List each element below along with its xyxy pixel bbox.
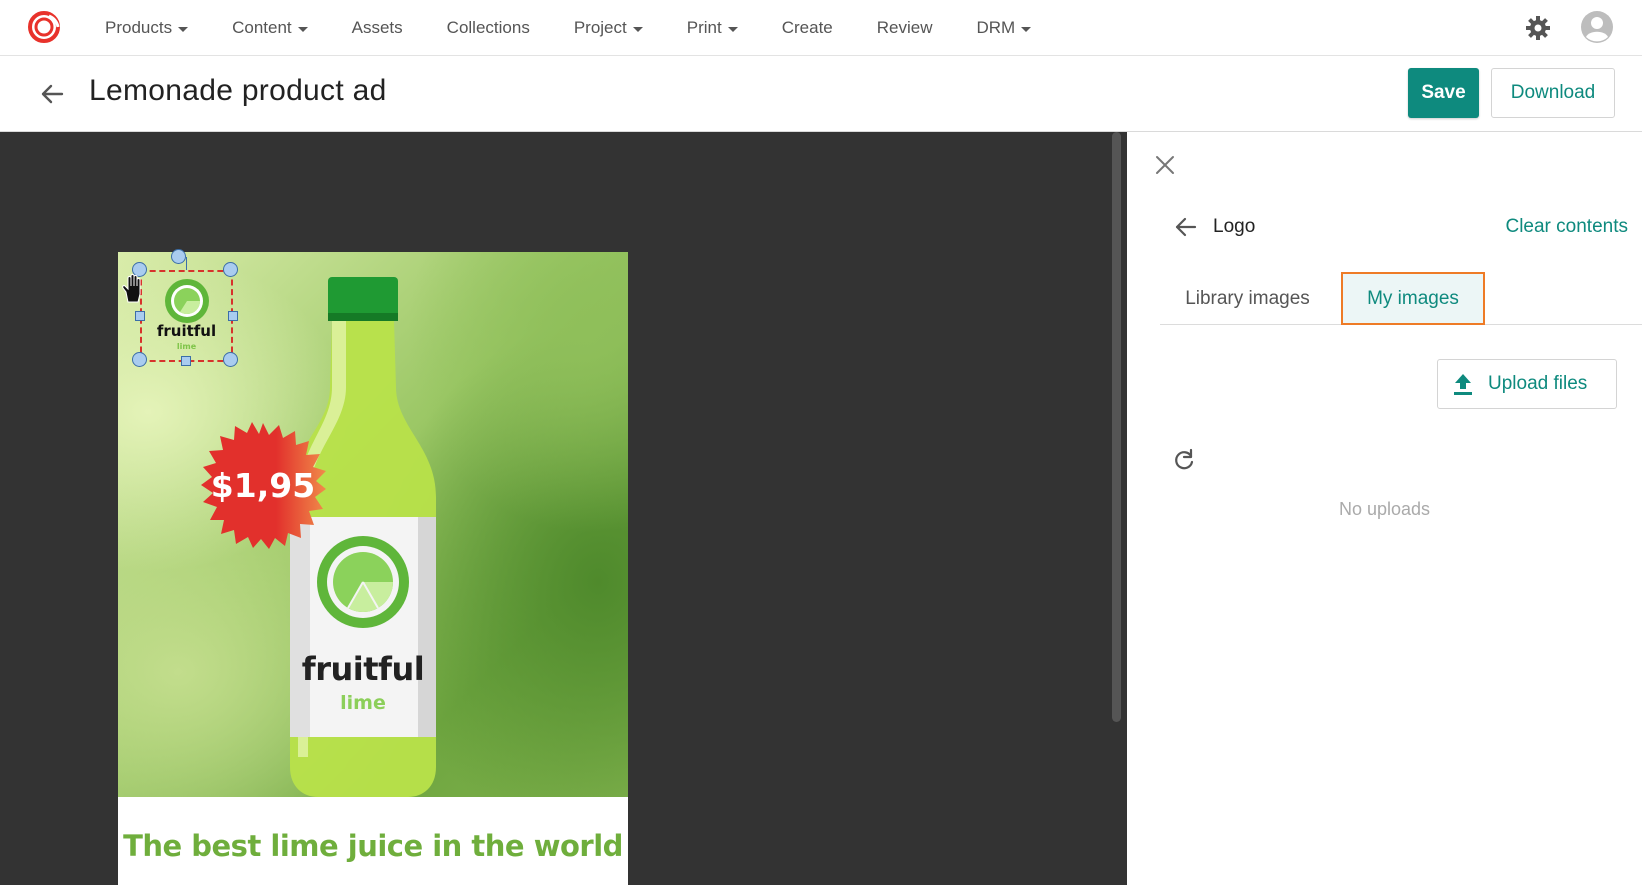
download-button[interactable]: Download <box>1491 68 1615 118</box>
editor-canvas[interactable]: fruitful lime $1,95 The best lime juice … <box>0 132 1127 885</box>
resize-handle-bottom-left[interactable] <box>132 352 147 367</box>
resize-handle-left[interactable] <box>135 311 145 321</box>
nav-item-create[interactable]: Create <box>760 18 855 38</box>
caret-down-icon <box>178 26 189 32</box>
panel-title: Logo <box>1213 216 1256 237</box>
nav-item-label: Review <box>876 18 933 37</box>
upload-files-label: Upload files <box>1488 373 1588 394</box>
ad-slogan[interactable]: The best lime juice in the world <box>118 797 628 885</box>
nav-item-label: DRM <box>976 18 1016 37</box>
nav-item-label: Print <box>686 18 722 37</box>
nav-item-label: Assets <box>351 18 403 37</box>
caret-down-icon <box>727 26 738 32</box>
resize-handle-top-right[interactable] <box>223 262 238 277</box>
caret-down-icon <box>1021 26 1032 32</box>
top-navigation: Products Content Assets Collections Proj… <box>0 0 1642 56</box>
page-title: Lemonade product ad <box>89 74 387 107</box>
nav-item-collections[interactable]: Collections <box>425 18 552 38</box>
caret-down-icon <box>297 26 308 32</box>
brand-logo-icon[interactable] <box>27 10 61 44</box>
save-button[interactable]: Save <box>1408 68 1479 118</box>
upload-icon <box>1454 374 1472 395</box>
empty-state-text: No uploads <box>1338 499 1431 519</box>
upload-files-button[interactable]: Upload files <box>1437 359 1617 409</box>
ad-artboard[interactable]: fruitful lime $1,95 The best lime juice … <box>118 249 628 885</box>
nav-item-label: Products <box>105 18 173 37</box>
resize-handle-bottom-right[interactable] <box>223 352 238 367</box>
nav-item-label: Collections <box>446 18 530 37</box>
nav-item-products[interactable]: Products <box>83 18 210 38</box>
caret-down-icon <box>632 26 643 32</box>
back-arrow-icon[interactable] <box>38 80 66 108</box>
resize-handle-bottom[interactable] <box>181 356 191 366</box>
logo-image-panel: Logo Clear contents Library images My im… <box>1127 132 1642 885</box>
hand-cursor-icon <box>122 274 141 303</box>
avatar-icon[interactable] <box>1580 10 1614 44</box>
refresh-icon[interactable] <box>1171 447 1197 473</box>
rotate-connector <box>186 257 187 270</box>
price-text: $1,95 <box>210 465 316 505</box>
nav-menu: Products Content Assets Collections Proj… <box>83 0 1053 56</box>
rotate-handle[interactable] <box>171 249 186 264</box>
close-icon[interactable] <box>1154 154 1176 176</box>
nav-item-assets[interactable]: Assets <box>330 18 425 38</box>
canvas-scrollbar[interactable] <box>1112 132 1121 722</box>
nav-item-review[interactable]: Review <box>855 18 955 38</box>
tab-library-images[interactable]: Library images <box>1160 272 1335 325</box>
resize-handle-right[interactable] <box>228 311 238 321</box>
nav-item-print[interactable]: Print <box>665 18 760 38</box>
nav-item-content[interactable]: Content <box>210 18 330 38</box>
page-header: Lemonade product ad Save Download <box>0 56 1642 132</box>
image-source-tabs: Library images My images <box>1160 272 1642 325</box>
selected-logo-frame[interactable] <box>140 270 233 362</box>
tab-my-images[interactable]: My images <box>1341 272 1485 325</box>
nav-item-project[interactable]: Project <box>552 18 665 38</box>
clear-contents-link[interactable]: Clear contents <box>1505 216 1628 238</box>
nav-item-label: Project <box>573 18 627 37</box>
gear-icon[interactable] <box>1524 14 1552 42</box>
nav-item-label: Create <box>781 18 833 37</box>
bottle-subtitle-text: lime <box>340 692 386 714</box>
nav-item-drm[interactable]: DRM <box>955 18 1054 38</box>
panel-back-arrow-icon[interactable] <box>1173 214 1199 240</box>
bottle-brand-text: fruitful <box>301 650 425 688</box>
nav-item-label: Content <box>232 18 292 37</box>
